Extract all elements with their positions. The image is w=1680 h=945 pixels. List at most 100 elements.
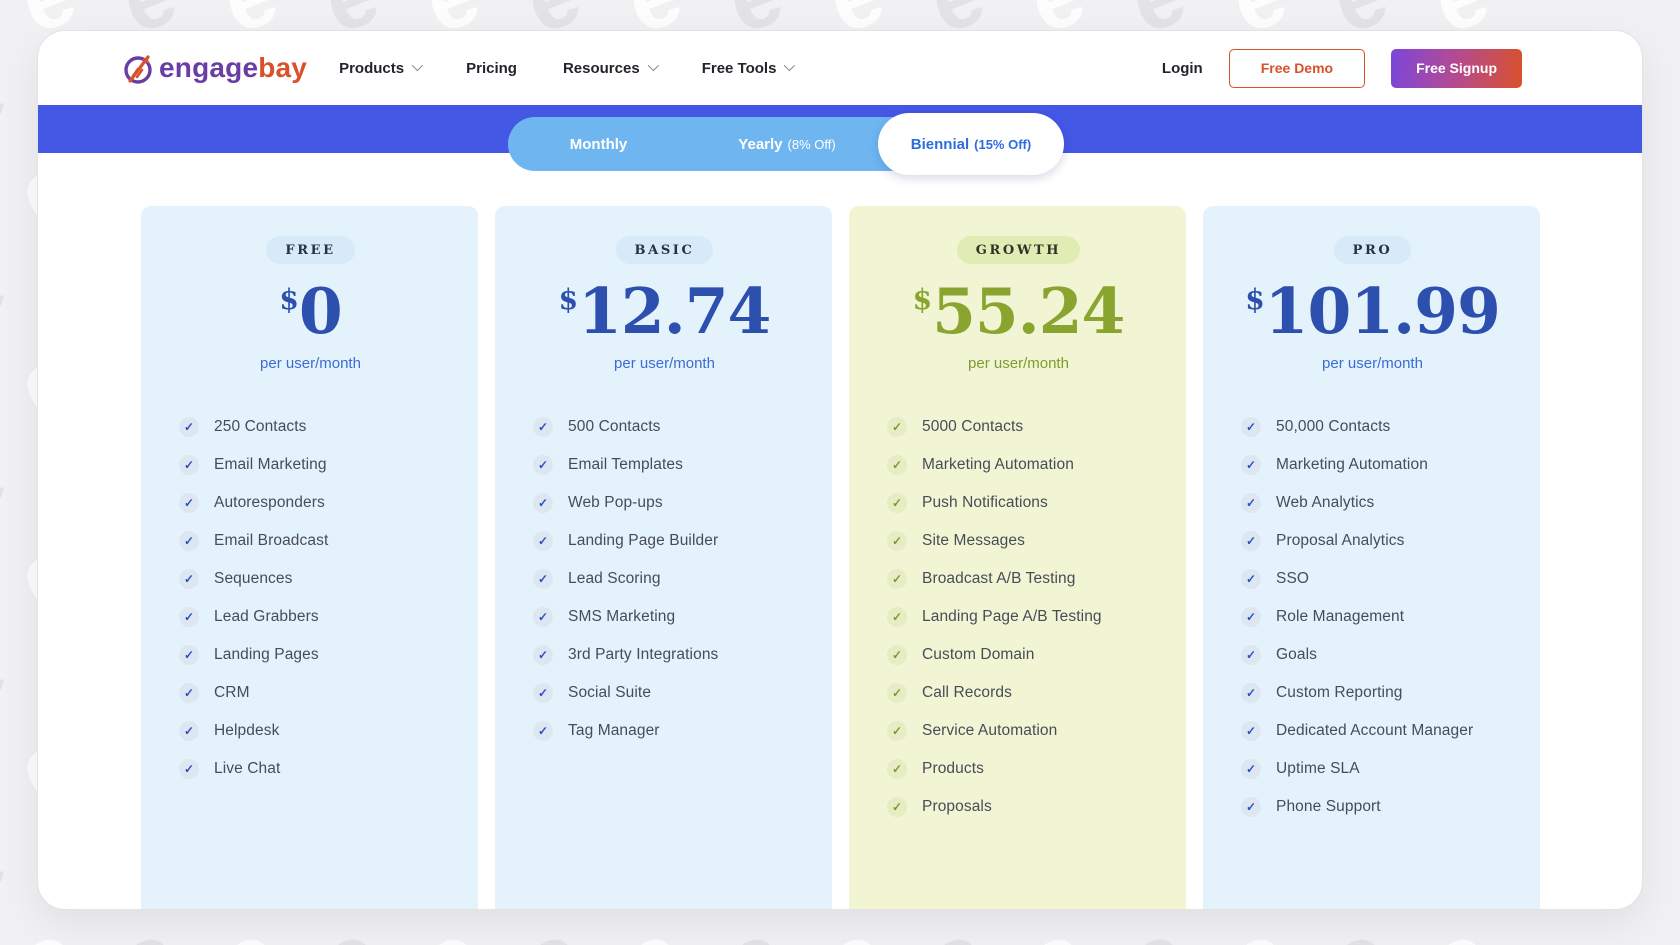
check-icon: ✓ (179, 683, 199, 703)
feature-label: 250 Contacts (214, 418, 307, 436)
feature-row: ✓Call Records (887, 682, 1150, 704)
feature-label: 3rd Party Integrations (568, 646, 718, 664)
check-icon: ✓ (887, 455, 907, 475)
plan-name-badge: BASIC (616, 236, 714, 264)
nav-item-pricing[interactable]: Pricing (466, 60, 517, 77)
feature-label: Goals (1276, 646, 1317, 664)
check-icon: ✓ (887, 607, 907, 627)
toggle-option-label: Yearly (738, 136, 782, 153)
feature-label: Push Notifications (922, 494, 1048, 512)
plan-name-badge: GROWTH (957, 236, 1080, 264)
feature-label: Proposal Analytics (1276, 532, 1404, 550)
toggle-option-suffix: (15% Off) (974, 137, 1031, 152)
logo-text-engage: engage (159, 52, 258, 83)
check-icon: ✓ (533, 531, 553, 551)
check-icon: ✓ (533, 607, 553, 627)
feature-label: Email Marketing (214, 456, 327, 474)
feature-row: ✓ Service Automation (887, 720, 1150, 742)
feature-label: Social Suite (568, 684, 651, 702)
feature-row: ✓ Landing Pages (179, 644, 442, 666)
nav-item-products[interactable]: Products (339, 60, 420, 77)
main-nav: Products Pricing Resources Free Tools (339, 60, 792, 77)
check-icon: ✓ (533, 455, 553, 475)
toggle-option-biennial[interactable]: Biennial (15% Off) (878, 113, 1064, 175)
per-user-label: per user/month (1322, 355, 1423, 372)
check-icon: ✓ (887, 797, 907, 817)
nav-label: Products (339, 60, 404, 77)
feature-row: ✓Lead Scoring (533, 568, 796, 590)
feature-row: ✓ Marketing Automation (887, 454, 1150, 476)
check-icon: ✓ (533, 721, 553, 741)
feature-label: Sequences (214, 570, 292, 588)
feature-label: Marketing Automation (922, 456, 1074, 474)
nav-label: Pricing (466, 60, 517, 77)
nav-label: Free Tools (702, 60, 777, 77)
plan-card-pro: PRO $ 101.99 per user/month ✓50,000 Cont… (1203, 206, 1540, 910)
feature-label: Custom Domain (922, 646, 1034, 664)
check-icon: ✓ (179, 645, 199, 665)
nav-item-resources[interactable]: Resources (563, 60, 656, 77)
feature-label: SSO (1276, 570, 1309, 588)
feature-row: ✓Landing Page A/B Testing (887, 606, 1150, 628)
check-icon: ✓ (1241, 683, 1261, 703)
chevron-down-icon (647, 59, 658, 70)
nav-label: Resources (563, 60, 640, 77)
feature-label: Broadcast A/B Testing (922, 570, 1075, 588)
feature-row: ✓5000 Contacts (887, 416, 1150, 438)
check-icon: ✓ (533, 493, 553, 513)
check-icon: ✓ (887, 417, 907, 437)
plan-name-badge: FREE (266, 236, 354, 264)
feature-row: ✓Marketing Automation (1241, 454, 1504, 476)
check-icon: ✓ (179, 759, 199, 779)
check-icon: ✓ (887, 569, 907, 589)
feature-row: ✓ Custom Domain (887, 644, 1150, 666)
toggle-option-monthly[interactable]: Monthly (508, 117, 694, 171)
check-icon: ✓ (1241, 455, 1261, 475)
feature-label: Email Broadcast (214, 532, 328, 550)
feature-row: ✓Phone Support (1241, 796, 1504, 818)
currency-symbol: $ (1245, 286, 1264, 343)
engagebay-logo[interactable]: engagebay (121, 50, 307, 86)
feature-label: 500 Contacts (568, 418, 661, 436)
free-signup-button[interactable]: Free Signup (1391, 49, 1522, 88)
plan-price: $ 55.24 (913, 280, 1125, 343)
feature-label: Phone Support (1276, 798, 1381, 816)
price-amount: 101.99 (1265, 280, 1500, 343)
free-demo-button[interactable]: Free Demo (1229, 49, 1365, 88)
header: engagebay Products Pricing Resources Fre… (38, 31, 1642, 105)
feature-list: ✓5000 Contacts✓Marketing Automation✓Push… (887, 416, 1150, 834)
check-icon: ✓ (533, 417, 553, 437)
check-icon: ✓ (1241, 721, 1261, 741)
chevron-down-icon (412, 59, 423, 70)
feature-label: Products (922, 760, 984, 778)
feature-row: ✓ Sequences (179, 568, 442, 590)
feature-label: Email Templates (568, 456, 683, 474)
toggle-option-yearly[interactable]: Yearly (8% Off) (694, 117, 880, 171)
feature-label: Call Records (922, 684, 1012, 702)
feature-row: ✓3rd Party Integrations (533, 644, 796, 666)
feature-label: Landing Pages (214, 646, 319, 664)
per-user-label: per user/month (260, 355, 361, 372)
feature-label: Custom Reporting (1276, 684, 1403, 702)
feature-row: ✓Proposal Analytics (1241, 530, 1504, 552)
check-icon: ✓ (1241, 493, 1261, 513)
feature-row: ✓Email Broadcast (179, 530, 442, 552)
feature-row: ✓ Broadcast A/B Testing (887, 568, 1150, 590)
check-icon: ✓ (1241, 607, 1261, 627)
feature-label: Lead Scoring (568, 570, 661, 588)
check-icon: ✓ (887, 645, 907, 665)
feature-row: ✓Goals (1241, 644, 1504, 666)
plan-card-basic: BASIC $ 12.74 per user/month ✓500 Contac… (495, 206, 832, 910)
feature-row: ✓Helpdesk (179, 720, 442, 742)
feature-label: Site Messages (922, 532, 1025, 550)
nav-item-free-tools[interactable]: Free Tools (702, 60, 793, 77)
feature-row: ✓Tag Manager (533, 720, 796, 742)
check-icon: ✓ (1241, 759, 1261, 779)
login-link[interactable]: Login (1162, 60, 1203, 77)
feature-row: ✓ Uptime SLA (1241, 758, 1504, 780)
feature-label: Service Automation (922, 722, 1057, 740)
check-icon: ✓ (179, 569, 199, 589)
check-icon: ✓ (887, 721, 907, 741)
price-amount: 0 (299, 280, 342, 343)
feature-label: Uptime SLA (1276, 760, 1360, 778)
